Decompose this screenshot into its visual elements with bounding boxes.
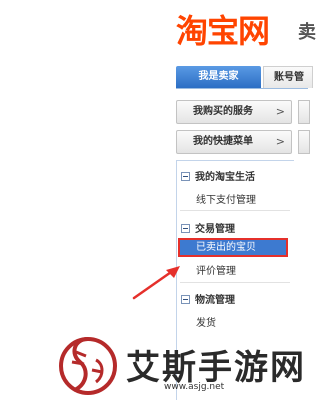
watermark: 艾斯手游网 www.asjg.net <box>56 332 308 400</box>
top-tabs: 我是卖家 账号管 <box>176 66 313 88</box>
tab-seller[interactable]: 我是卖家 <box>176 66 261 88</box>
collapse-icon[interactable] <box>181 172 190 181</box>
quick-menu-button[interactable]: 我的快捷菜单 > <box>176 130 292 154</box>
watermark-logo-icon <box>59 337 117 395</box>
quick-menu-label: 我的快捷菜单 <box>193 136 253 147</box>
logo-brand-text: 淘宝网 <box>176 12 270 50</box>
section-title: 我的淘宝生活 <box>195 172 255 183</box>
menu-item-rating-management[interactable]: 评价管理 <box>196 262 236 277</box>
watermark-url: www.asjg.net <box>164 382 225 392</box>
side-button[interactable] <box>298 130 310 154</box>
side-button[interactable] <box>298 100 310 124</box>
annotation-arrow-icon <box>132 266 180 300</box>
menu-item-ship[interactable]: 发货 <box>196 314 216 329</box>
divider <box>180 282 290 283</box>
tab-underline <box>176 88 308 89</box>
section-title: 物流管理 <box>195 295 235 306</box>
section-title: 交易管理 <box>195 224 235 235</box>
chevron-right-icon: > <box>275 105 285 118</box>
divider <box>180 210 290 211</box>
my-services-label: 我购买的服务 <box>193 106 253 117</box>
chevron-right-icon: > <box>275 135 285 148</box>
logo-suffix-text: 卖 <box>298 22 316 43</box>
highlight-box <box>178 238 288 257</box>
menu-item-offline-payment[interactable]: 线下支付管理 <box>196 191 256 206</box>
section-logistics-management[interactable]: 物流管理 <box>181 291 235 306</box>
section-my-taobao-life[interactable]: 我的淘宝生活 <box>181 168 255 183</box>
tab-account[interactable]: 账号管 <box>263 66 313 88</box>
collapse-icon[interactable] <box>181 224 190 233</box>
my-services-button[interactable]: 我购买的服务 > <box>176 100 292 124</box>
section-trade-management[interactable]: 交易管理 <box>181 220 235 235</box>
